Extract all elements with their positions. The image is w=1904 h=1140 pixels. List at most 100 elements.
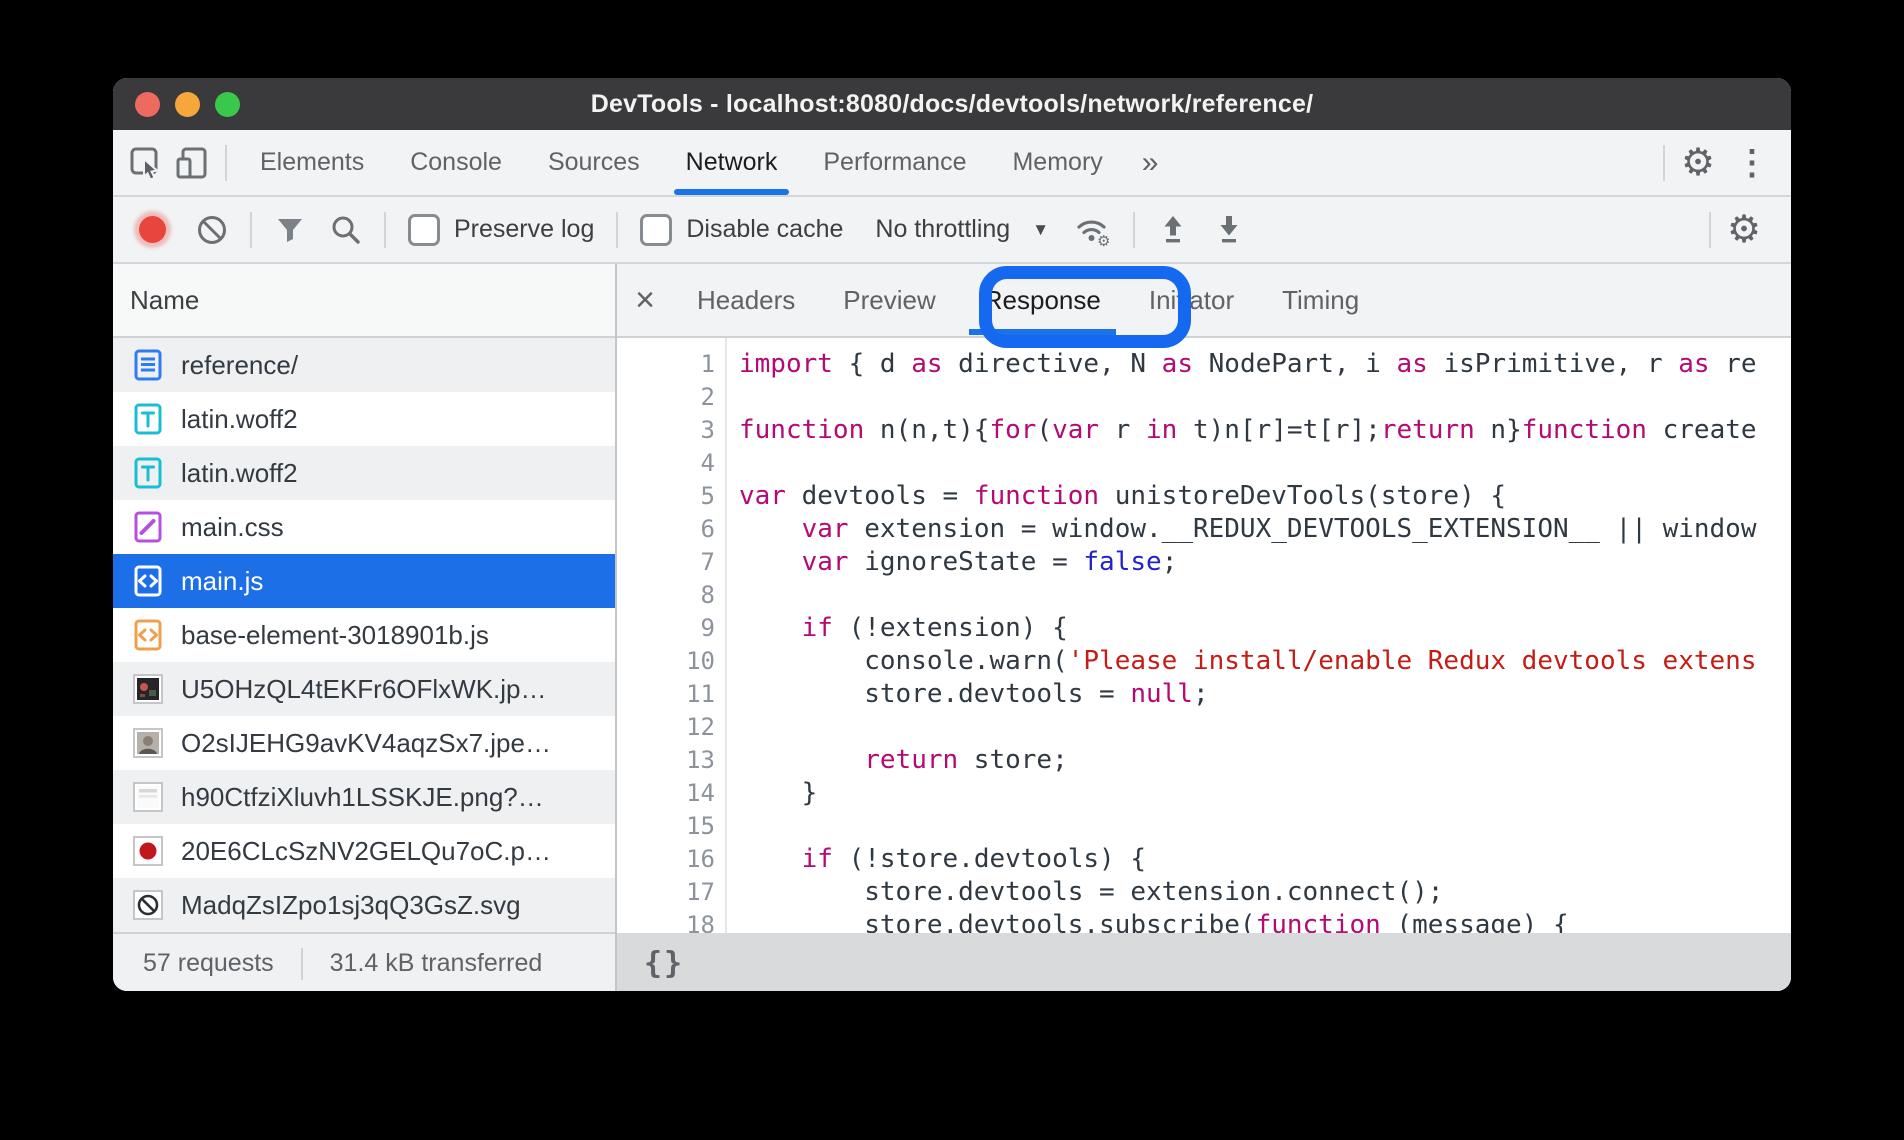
request-row[interactable]: base-element-3018901b.js (113, 608, 615, 662)
tab-memory[interactable]: Memory (989, 130, 1125, 195)
preserve-log-toggle[interactable]: Preserve log (408, 214, 594, 246)
detail-tab-preview[interactable]: Preview (819, 264, 959, 336)
divider (301, 948, 303, 980)
request-rows: reference/latin.woff2latin.woff2main.css… (113, 338, 615, 932)
code-line: store.devtools = extension.connect(); (739, 876, 1791, 909)
window-title: DevTools - localhost:8080/docs/devtools/… (113, 90, 1791, 119)
line-number: 2 (617, 381, 715, 414)
gear-icon: ⚙ (1681, 144, 1715, 182)
disable-cache-checkbox[interactable] (640, 214, 672, 246)
close-detail-button[interactable]: × (617, 283, 673, 317)
request-row[interactable]: U5OHzQL4tEKFr6OFlxWK.jp… (113, 662, 615, 716)
request-row[interactable]: main.js (113, 554, 615, 608)
inspect-cursor-icon (127, 144, 165, 182)
code-line: function n(n,t){for(var r in t)n[r]=t[r]… (739, 414, 1791, 447)
name-column-header[interactable]: Name (113, 264, 615, 338)
upload-arrow-icon (1155, 212, 1191, 248)
request-row[interactable]: MadqZsIZpo1sj3qQ3GsZ.svg (113, 878, 615, 932)
request-row[interactable]: latin.woff2 (113, 392, 615, 446)
line-number: 10 (617, 645, 715, 678)
toggle-device-toolbar-button[interactable] (169, 140, 215, 186)
code-line: var devtools = function unistoreDevTools… (739, 480, 1791, 513)
line-number: 12 (617, 711, 715, 744)
inspect-element-button[interactable] (123, 140, 169, 186)
tab-network[interactable]: Network (663, 130, 801, 195)
divider (1663, 145, 1665, 181)
line-number: 16 (617, 843, 715, 876)
download-arrow-icon (1211, 212, 1247, 248)
preserve-log-checkbox[interactable] (408, 214, 440, 246)
code-line: var extension = window.__REDUX_DEVTOOLS_… (739, 513, 1791, 546)
tab-performance[interactable]: Performance (800, 130, 989, 195)
line-number: 4 (617, 447, 715, 480)
image-light-icon (131, 780, 165, 814)
svg-text:⚙: ⚙ (1097, 233, 1110, 248)
request-row[interactable]: main.css (113, 500, 615, 554)
font-icon (131, 402, 165, 436)
request-name: 20E6CLcSzNV2GELQu7oC.p… (181, 836, 551, 867)
code-line: } (739, 777, 1791, 810)
search-icon (328, 212, 364, 248)
request-name: reference/ (181, 350, 298, 381)
main-tab-bar: ElementsConsoleSourcesNetworkPerformance… (113, 130, 1791, 197)
code-line: console.warn('Please install/enable Redu… (739, 645, 1791, 678)
disable-cache-toggle[interactable]: Disable cache (640, 214, 843, 246)
code-line (739, 810, 1791, 843)
detail-tab-response[interactable]: Response (960, 264, 1125, 336)
code-line: if (!extension) { (739, 612, 1791, 645)
export-har-button[interactable] (1211, 212, 1247, 248)
chevron-down-icon: ▼ (1032, 220, 1049, 240)
line-number: 18 (617, 909, 715, 933)
network-settings-button[interactable]: ⚙ (1721, 207, 1767, 253)
divider (1709, 212, 1711, 248)
tab-sources[interactable]: Sources (525, 130, 663, 195)
request-row[interactable]: O2sIJEHG9avKV4aqzSx7.jpe… (113, 716, 615, 770)
import-har-button[interactable] (1155, 212, 1191, 248)
line-number: 13 (617, 744, 715, 777)
customize-devtools-button[interactable]: ⋮ (1721, 146, 1783, 180)
settings-button[interactable]: ⚙ (1675, 140, 1721, 186)
clear-network-log-button[interactable] (194, 212, 230, 248)
line-number: 7 (617, 546, 715, 579)
clear-icon (194, 212, 230, 248)
detail-tab-headers[interactable]: Headers (673, 264, 819, 336)
detail-tab-timing[interactable]: Timing (1258, 264, 1383, 336)
tab-console[interactable]: Console (387, 130, 525, 195)
script-icon (131, 564, 165, 598)
request-name: latin.woff2 (181, 404, 298, 435)
request-name: MadqZsIZpo1sj3qQ3GsZ.svg (181, 890, 521, 921)
search-button[interactable] (328, 212, 364, 248)
request-row[interactable]: latin.woff2 (113, 446, 615, 500)
line-number: 1 (617, 348, 715, 381)
code-line (739, 711, 1791, 744)
wifi-gear-icon: ⚙ (1073, 212, 1113, 248)
throttling-dropdown[interactable]: No throttling ▼ (875, 215, 1049, 244)
request-name: base-element-3018901b.js (181, 620, 489, 651)
script-icon (131, 618, 165, 652)
more-tabs-button[interactable]: » (1126, 146, 1175, 180)
filter-button[interactable] (272, 212, 308, 248)
network-conditions-button[interactable]: ⚙ (1073, 212, 1113, 248)
request-row[interactable]: reference/ (113, 338, 615, 392)
pretty-print-button[interactable]: {} (644, 946, 684, 981)
network-summary-bar: 57 requests 31.4 kB transferred (113, 932, 615, 991)
request-row[interactable]: 20E6CLcSzNV2GELQu7oC.p… (113, 824, 615, 878)
line-number: 11 (617, 678, 715, 711)
tab-elements[interactable]: Elements (237, 130, 387, 195)
detail-tab-initiator[interactable]: Initiator (1125, 264, 1258, 336)
detail-tab-bar: × HeadersPreviewResponseInitiatorTiming (617, 264, 1791, 338)
divider (384, 212, 386, 248)
divider (250, 212, 252, 248)
image-person-icon (131, 726, 165, 760)
request-row[interactable]: h90CtfziXluvh1LSSKJE.png?… (113, 770, 615, 824)
funnel-icon (272, 212, 308, 248)
record-network-log-button[interactable] (139, 216, 166, 243)
line-number: 6 (617, 513, 715, 546)
source-status-bar: {} (617, 933, 1791, 991)
response-source-viewer[interactable]: 123456789101112131415161718 import { d a… (617, 338, 1791, 933)
title-bar: DevTools - localhost:8080/docs/devtools/… (113, 78, 1791, 130)
divider (225, 145, 227, 181)
code-line: store.devtools.subscribe(function (messa… (739, 909, 1791, 933)
code-line: store.devtools = null; (739, 678, 1791, 711)
line-number: 9 (617, 612, 715, 645)
